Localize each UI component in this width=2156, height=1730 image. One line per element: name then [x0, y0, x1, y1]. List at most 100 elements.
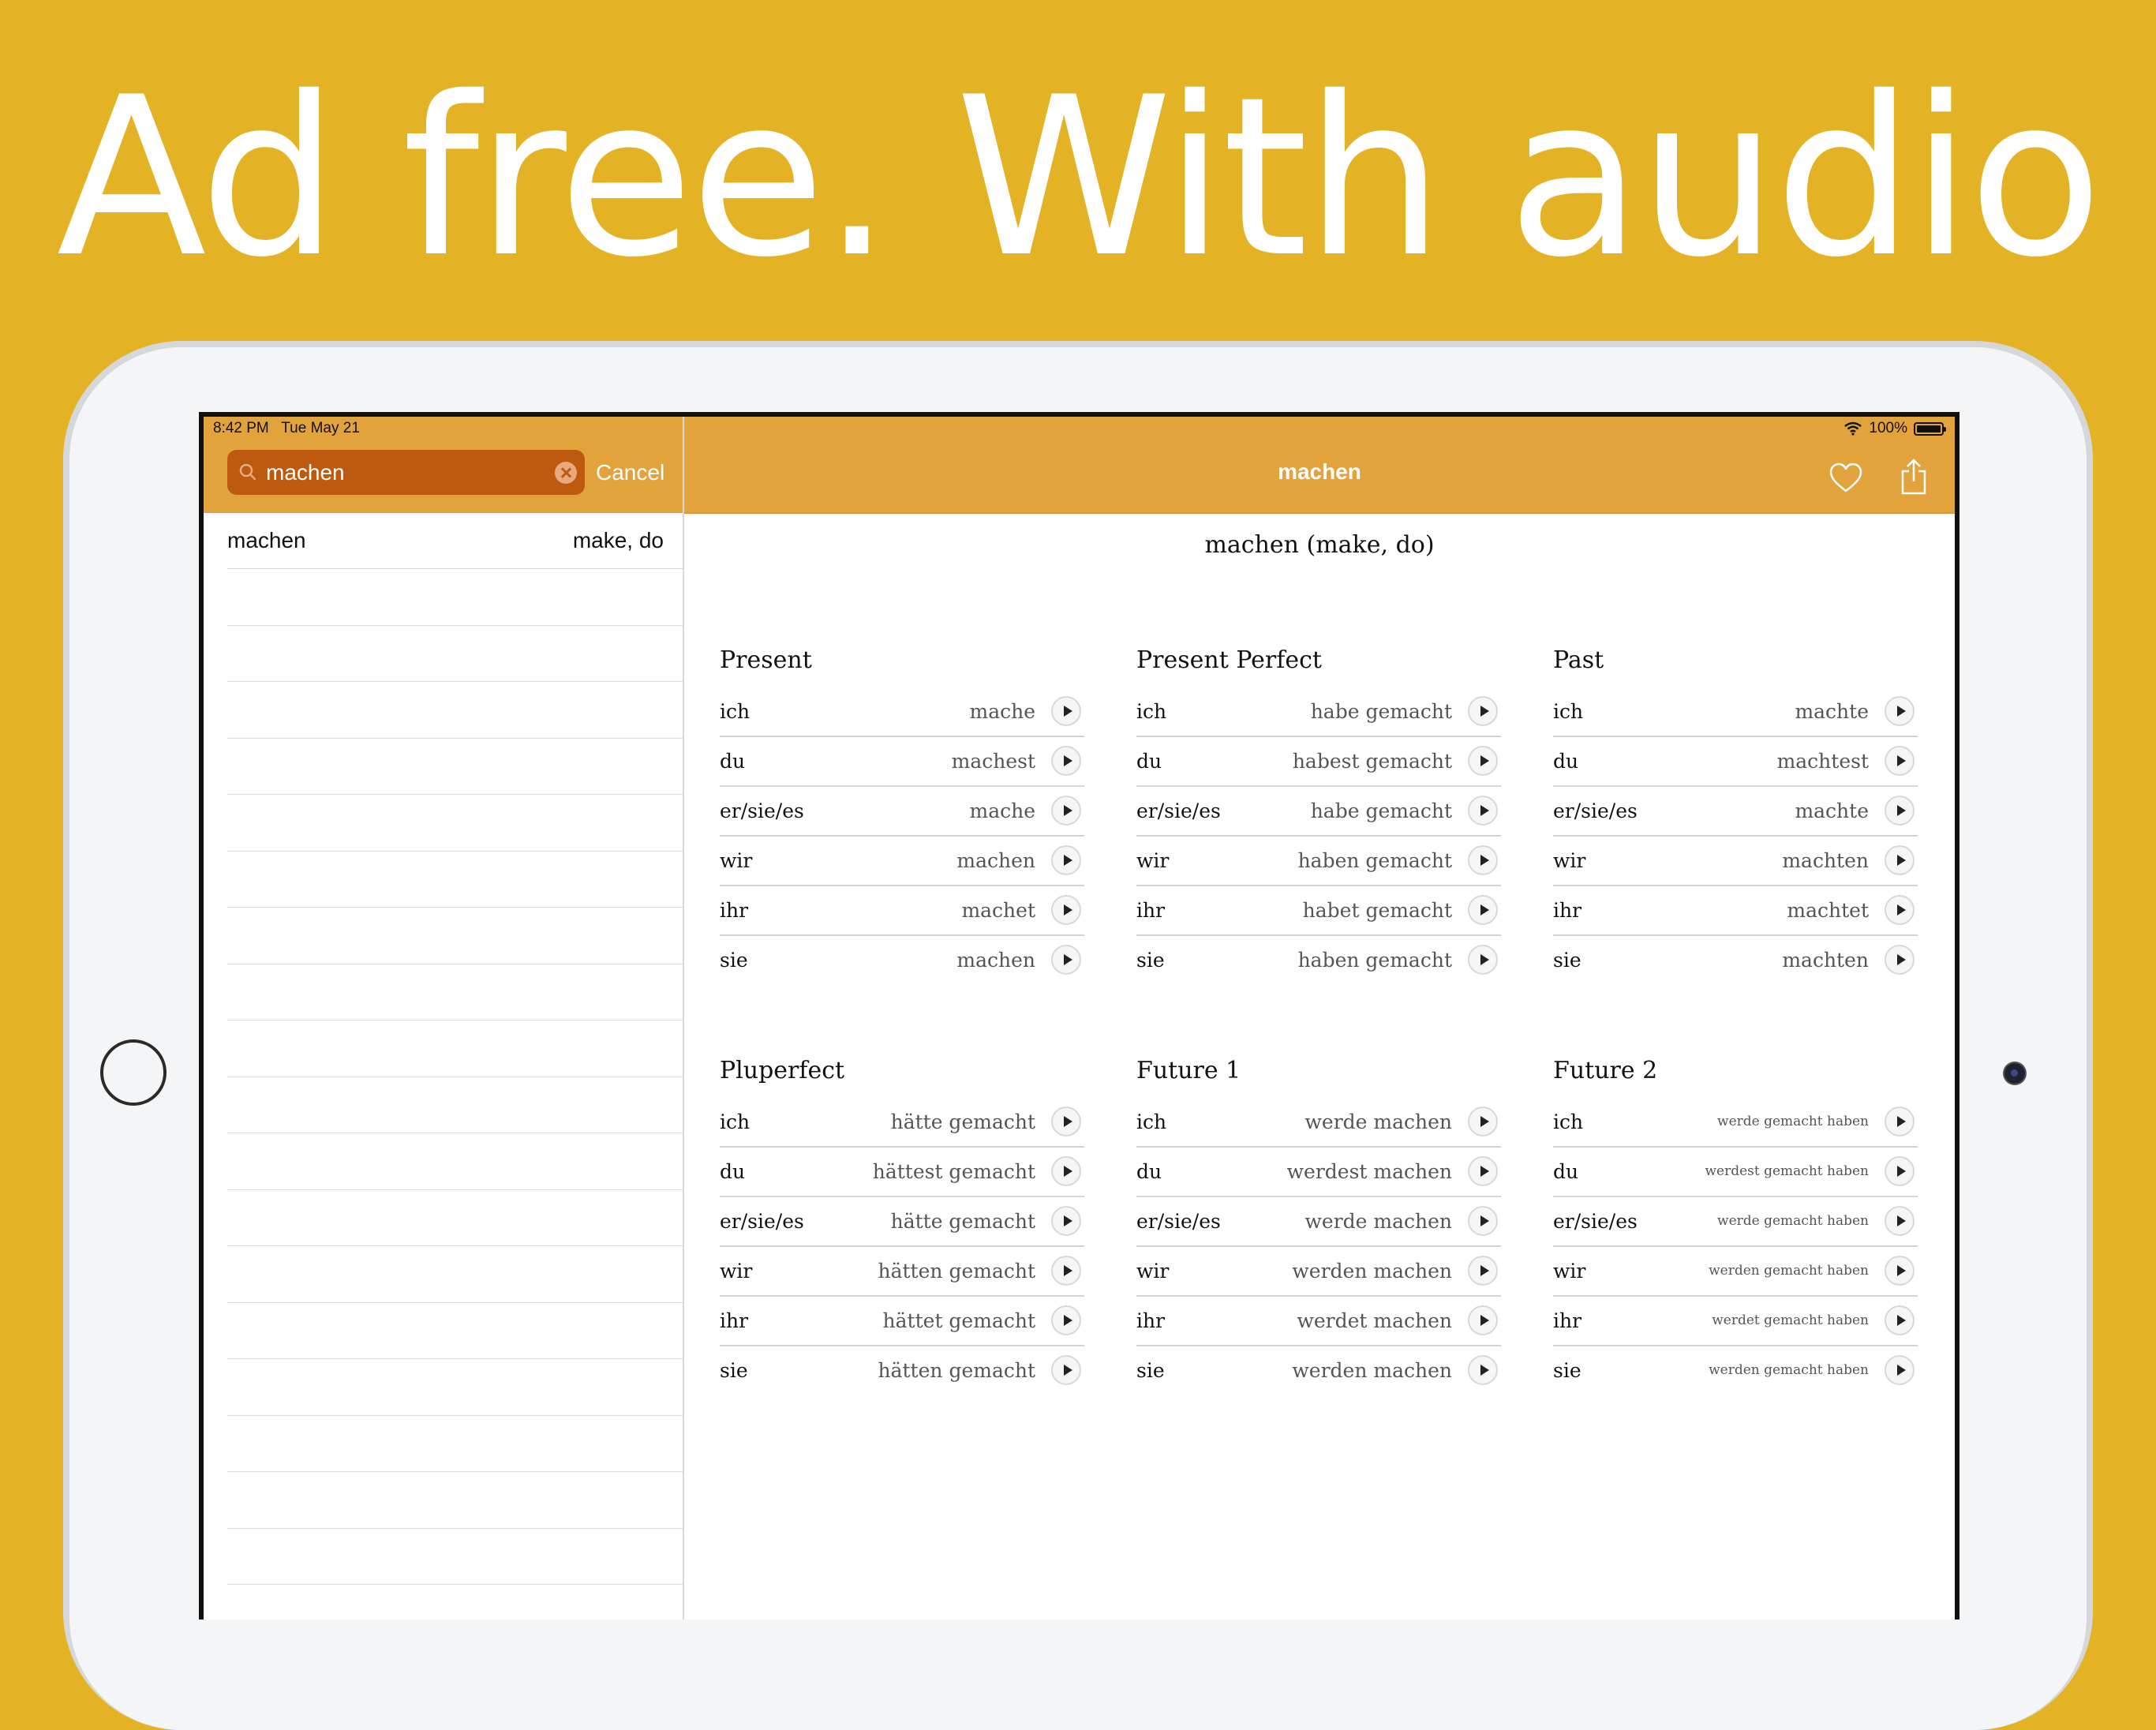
empty-list-row — [227, 739, 683, 795]
play-icon[interactable] — [1051, 845, 1081, 875]
clear-icon[interactable] — [555, 462, 577, 484]
play-icon[interactable] — [1885, 1305, 1915, 1335]
play-icon[interactable] — [1051, 746, 1081, 776]
verb-heading: machen (make, do) — [1204, 531, 1435, 559]
pronoun: ihr — [1553, 899, 1582, 922]
pronoun: sie — [1136, 949, 1165, 972]
play-icon[interactable] — [1468, 1156, 1498, 1186]
pronoun: er/sie/es — [1553, 799, 1638, 822]
nav-title: machen — [1278, 459, 1361, 484]
empty-list-row — [227, 1359, 683, 1416]
play-icon[interactable] — [1468, 696, 1498, 726]
empty-list-row — [227, 908, 683, 964]
play-icon[interactable] — [1885, 1156, 1915, 1186]
cancel-button[interactable]: Cancel — [596, 450, 664, 495]
conjugated-form: hätte gemacht — [890, 1210, 1035, 1233]
play-icon[interactable] — [1051, 1355, 1081, 1385]
conjugation-row: wir machten — [1553, 837, 1918, 886]
pronoun: er/sie/es — [720, 799, 804, 822]
play-icon[interactable] — [1468, 746, 1498, 776]
conjugated-form: habe gemacht — [1310, 799, 1452, 822]
camera-icon — [2004, 1063, 2025, 1084]
play-icon[interactable] — [1468, 1107, 1498, 1136]
play-icon[interactable] — [1468, 945, 1498, 975]
conjugation-row: wir hätten gemacht — [720, 1247, 1084, 1297]
pronoun: wir — [1553, 1260, 1586, 1283]
play-icon[interactable] — [1468, 1206, 1498, 1236]
search-icon — [239, 463, 256, 481]
empty-list-row — [227, 626, 683, 682]
conjugated-form: werdest gemacht haben — [1705, 1163, 1869, 1179]
conjugation-row: du werdest machen — [1136, 1148, 1501, 1197]
heart-icon[interactable] — [1828, 462, 1863, 493]
conjugated-form: machest — [951, 750, 1035, 773]
play-icon[interactable] — [1885, 1256, 1915, 1286]
play-icon[interactable] — [1051, 895, 1081, 925]
empty-list-row — [227, 1472, 683, 1529]
share-icon[interactable] — [1900, 458, 1928, 496]
conjugation-row: ich mache — [720, 687, 1084, 737]
play-icon[interactable] — [1051, 696, 1081, 726]
conjugation-row: ich machte — [1553, 687, 1918, 737]
search-result-row[interactable]: machen make, do — [227, 513, 683, 569]
conjugated-form: haben gemacht — [1297, 849, 1452, 872]
pronoun: du — [1136, 750, 1162, 773]
conjugation-row: ihr werdet gemacht haben — [1553, 1297, 1918, 1346]
play-icon[interactable] — [1468, 1305, 1498, 1335]
play-icon[interactable] — [1885, 746, 1915, 776]
play-icon[interactable] — [1051, 1256, 1081, 1286]
pronoun: wir — [1136, 849, 1170, 872]
conjugated-form: machtest — [1776, 750, 1869, 773]
conjugation-list: ich werde gemacht haben du werdest gemacht … — [1553, 1098, 1918, 1395]
play-icon[interactable] — [1051, 945, 1081, 975]
play-icon[interactable] — [1468, 796, 1498, 826]
conjugated-form: machte — [1795, 700, 1869, 723]
play-icon[interactable] — [1051, 796, 1081, 826]
play-icon[interactable] — [1885, 796, 1915, 826]
pronoun: sie — [1553, 949, 1581, 972]
conjugation-row: ihr hättet gemacht — [720, 1297, 1084, 1346]
home-button — [100, 1039, 167, 1106]
play-icon[interactable] — [1468, 1256, 1498, 1286]
status-bar: 8:42 PM Tue May 21 100% — [204, 417, 1955, 440]
conjugation-row: er/sie/es werde machen — [1136, 1197, 1501, 1247]
pronoun: wir — [1553, 849, 1586, 872]
play-icon[interactable] — [1885, 1206, 1915, 1236]
play-icon[interactable] — [1051, 1107, 1081, 1136]
play-icon[interactable] — [1885, 845, 1915, 875]
play-icon[interactable] — [1468, 895, 1498, 925]
conjugation-row: du werdest gemacht haben — [1553, 1148, 1918, 1197]
conjugated-form: werde gemacht haben — [1717, 1213, 1869, 1229]
play-icon[interactable] — [1468, 845, 1498, 875]
play-icon[interactable] — [1051, 1156, 1081, 1186]
search-field[interactable]: machen — [227, 450, 585, 495]
conjugated-form: werden gemacht haben — [1709, 1362, 1869, 1378]
conjugation-list: ich werde machen du werdest machen er/sie/es… — [1136, 1098, 1501, 1395]
conjugated-form: habet gemacht — [1302, 899, 1452, 922]
pronoun: ihr — [1136, 899, 1166, 922]
conjugation-row: wir werden machen — [1136, 1247, 1501, 1297]
conjugated-form: machen — [956, 849, 1035, 872]
play-icon[interactable] — [1885, 1107, 1915, 1136]
play-icon[interactable] — [1468, 1355, 1498, 1385]
play-icon[interactable] — [1885, 696, 1915, 726]
conjugation-row: ich werde machen — [1136, 1098, 1501, 1148]
tense-block: Present Perfect ich habe gemacht du habest g… — [1136, 634, 1501, 984]
play-icon[interactable] — [1051, 1305, 1081, 1335]
conjugation-row: du machest — [720, 737, 1084, 787]
conjugation-row: du hättest gemacht — [720, 1148, 1084, 1197]
pronoun: sie — [1553, 1359, 1581, 1382]
empty-list-row — [227, 1416, 683, 1472]
conjugated-form: hätte gemacht — [890, 1110, 1035, 1133]
play-icon[interactable] — [1885, 895, 1915, 925]
search-input[interactable]: machen — [266, 450, 345, 495]
conjugation-row: wir machen — [720, 837, 1084, 886]
play-icon[interactable] — [1051, 1206, 1081, 1236]
conjugated-form: werde machen — [1304, 1210, 1453, 1233]
pronoun: er/sie/es — [720, 1210, 804, 1233]
pronoun: ich — [1136, 1110, 1167, 1133]
conjugated-form: machten — [1782, 949, 1869, 972]
play-icon[interactable] — [1885, 1355, 1915, 1385]
empty-list-row — [227, 569, 683, 626]
play-icon[interactable] — [1885, 945, 1915, 975]
